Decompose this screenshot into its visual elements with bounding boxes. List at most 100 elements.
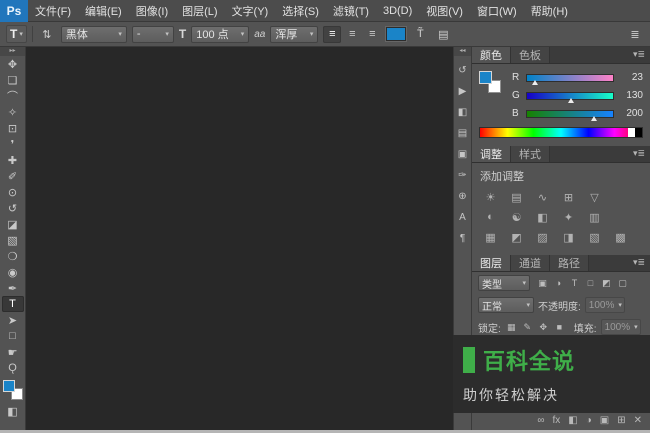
character-icon[interactable]: A (455, 211, 470, 224)
curves-icon[interactable]: ∿ (532, 189, 553, 205)
shape-tool[interactable]: □ (2, 328, 24, 344)
link-layers-icon[interactable]: ∞ (537, 415, 544, 426)
panel-menu-icon[interactable]: ▾≣ (633, 49, 650, 63)
panel-menu-icon[interactable]: ▾≣ (633, 257, 650, 271)
toggle-panels-icon[interactable]: ▤ (434, 26, 452, 43)
toolbar-collapse-icon[interactable]: ▸▸ (0, 47, 25, 56)
pen-tool[interactable]: ✒ (2, 280, 24, 296)
tab-paths[interactable]: 路径 (550, 255, 589, 271)
align-left-icon[interactable]: ≡ (323, 25, 342, 43)
font-family-select[interactable]: 黑体 ▾ (60, 25, 127, 43)
blur-tool[interactable]: ❍ (2, 248, 24, 264)
expand-dock-icon[interactable]: ◂◂ (454, 47, 471, 56)
workspace-icon[interactable]: ≣ (626, 26, 644, 43)
green-slider[interactable]: G 130 (512, 90, 643, 103)
blend-mode-select[interactable]: 正常 ▾ (478, 297, 534, 313)
menu-filter[interactable]: 滤镜(T) (326, 0, 376, 21)
filter-type-icon[interactable]: T (568, 277, 581, 290)
move-tool[interactable]: ✥ (2, 56, 24, 72)
warp-text-icon[interactable]: T̃ (411, 26, 429, 43)
panel-menu-icon[interactable]: ▾≣ (633, 148, 650, 162)
layer-effects-icon[interactable]: fx (552, 415, 560, 426)
fg-bg-swatch[interactable] (479, 71, 505, 101)
menu-3d[interactable]: 3D(D) (376, 0, 419, 21)
align-right-icon[interactable]: ≡ (363, 26, 381, 43)
slider-thumb[interactable] (567, 97, 574, 103)
green-slider-track[interactable] (526, 91, 614, 103)
menu-window[interactable]: 窗口(W) (470, 0, 524, 21)
selective-color-icon[interactable]: ▩ (610, 229, 631, 245)
layer-mask-icon[interactable]: ◧ (568, 415, 577, 426)
history-brush-tool[interactable]: ↺ (2, 200, 24, 216)
marquee-tool[interactable]: ❏ (2, 72, 24, 88)
filter-toggle-icon[interactable]: ▢ (616, 277, 629, 290)
posterize-icon[interactable]: ▨ (532, 229, 553, 245)
text-color-swatch[interactable] (386, 27, 407, 41)
brightness-contrast-icon[interactable]: ☀ (480, 189, 501, 205)
actions-icon[interactable]: ▶ (455, 85, 470, 98)
paragraph-icon[interactable]: ¶ (455, 232, 470, 245)
hand-tool[interactable]: ☛ (2, 344, 24, 360)
healing-brush-tool[interactable]: ✚ (2, 152, 24, 168)
threshold-icon[interactable]: ◨ (558, 229, 579, 245)
tab-layers[interactable]: 图层 (472, 255, 511, 271)
black-white-swatch[interactable] (628, 128, 642, 137)
channel-mixer-icon[interactable]: ▥ (584, 209, 605, 225)
levels-icon[interactable]: ▤ (506, 189, 527, 205)
text-orientation-icon[interactable]: ⇅ (38, 26, 56, 43)
canvas[interactable] (26, 47, 453, 430)
gradient-tool[interactable]: ▧ (2, 232, 24, 248)
color-balance-icon[interactable]: ☯ (506, 209, 527, 225)
quick-mask-icon[interactable]: ◧ (2, 403, 24, 419)
foreground-color[interactable] (479, 71, 492, 84)
zoom-tool[interactable]: Ǫ (2, 360, 24, 376)
layer-filter-select[interactable]: 类型 ▾ (478, 275, 530, 291)
lock-position-icon[interactable]: ✥ (537, 321, 550, 334)
red-slider[interactable]: R 23 (512, 72, 643, 85)
blue-slider-track[interactable] (526, 109, 614, 121)
photo-filter-icon[interactable]: ✦ (558, 209, 579, 225)
filter-smart-icon[interactable]: ◩ (600, 277, 613, 290)
black-white-icon[interactable]: ◧ (532, 209, 553, 225)
tab-channels[interactable]: 通道 (511, 255, 550, 271)
adjustment-layer-icon[interactable]: ◑ (586, 415, 592, 426)
gradient-map-icon[interactable]: ▧ (584, 229, 605, 245)
menu-layer[interactable]: 图层(L) (175, 0, 224, 21)
crop-tool[interactable]: ⊡ (2, 120, 24, 136)
quick-selection-tool[interactable]: ✧ (2, 104, 24, 120)
clone-stamp-tool[interactable]: ⊙ (2, 184, 24, 200)
slider-thumb[interactable] (531, 79, 538, 85)
menu-select[interactable]: 选择(S) (275, 0, 326, 21)
lock-transparent-icon[interactable]: ▦ (505, 321, 518, 334)
lock-pixels-icon[interactable]: ✎ (521, 321, 534, 334)
tab-color[interactable]: 颜色 (472, 47, 511, 63)
slider-thumb[interactable] (591, 115, 598, 121)
type-tool[interactable]: T (1, 296, 24, 312)
tool-preset-picker[interactable]: T ▾ (6, 25, 27, 43)
mini-bridge-icon[interactable]: ▣ (455, 148, 470, 161)
font-style-select[interactable]: - ▾ (131, 25, 174, 43)
layer-group-icon[interactable]: ▣ (600, 415, 609, 426)
dodge-tool[interactable]: ◉ (2, 264, 24, 280)
brush-tool[interactable]: ✐ (2, 168, 24, 184)
filter-shape-icon[interactable]: □ (584, 277, 597, 290)
lock-all-icon[interactable]: ■ (553, 321, 566, 334)
vibrance-icon[interactable]: ▽ (584, 189, 605, 205)
invert-icon[interactable]: ◩ (506, 229, 527, 245)
tool-presets-icon[interactable]: ▤ (455, 127, 470, 140)
history-icon[interactable]: ↺ (455, 64, 470, 77)
foreground-color[interactable] (2, 380, 15, 392)
eraser-tool[interactable]: ◪ (2, 216, 24, 232)
brush-presets-icon[interactable]: ✑ (455, 169, 470, 182)
menu-type[interactable]: 文字(Y) (225, 0, 276, 21)
path-selection-tool[interactable]: ➤ (2, 312, 24, 328)
menu-file[interactable]: 文件(F) (28, 0, 78, 21)
tab-adjustments[interactable]: 调整 (472, 146, 511, 162)
delete-layer-icon[interactable]: ✕ (634, 415, 642, 426)
color-lookup-icon[interactable]: ▦ (480, 229, 501, 245)
tab-swatches[interactable]: 色板 (511, 47, 550, 63)
hue-saturation-icon[interactable]: ◐ (480, 209, 501, 225)
menu-image[interactable]: 图像(I) (129, 0, 175, 21)
anti-alias-select[interactable]: 浑厚 ▾ (270, 25, 319, 43)
exposure-icon[interactable]: ⊞ (558, 189, 579, 205)
